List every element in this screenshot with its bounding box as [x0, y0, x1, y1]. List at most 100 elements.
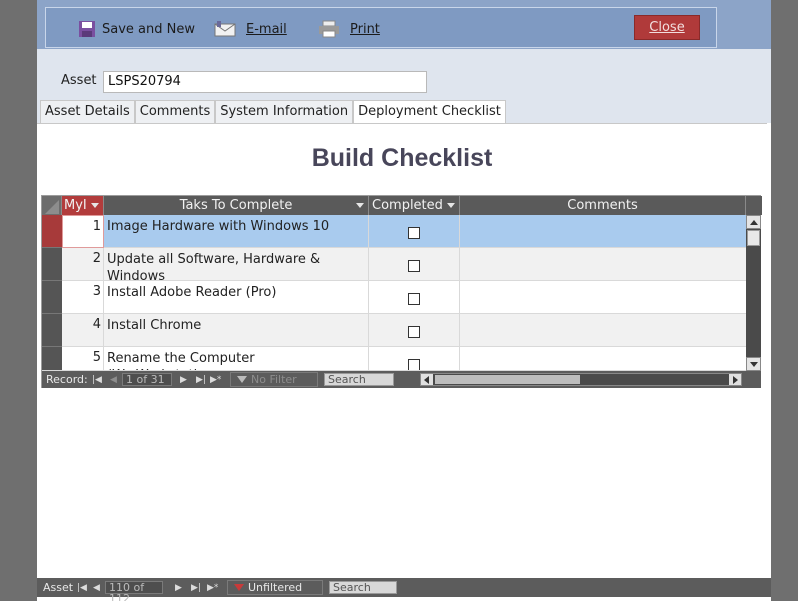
scroll-thumb[interactable]: [747, 230, 760, 246]
cell-comments[interactable]: [460, 215, 746, 248]
arrow-left-icon: [424, 376, 429, 384]
cell-id[interactable]: 4: [62, 314, 104, 347]
cell-id[interactable]: 3: [62, 281, 104, 314]
cell-task[interactable]: Install Adobe Reader (Pro): [104, 281, 369, 314]
email-button[interactable]: E-mail: [214, 17, 287, 41]
filter-status-label: No Filter: [251, 373, 297, 386]
cell-task[interactable]: Update all Software, Hardware & Windows: [104, 248, 369, 281]
form-search-input[interactable]: Search: [329, 581, 397, 594]
previous-record-icon[interactable]: ◀: [110, 371, 117, 388]
first-record-icon[interactable]: |◀: [92, 371, 102, 388]
arrow-right-icon: [733, 376, 738, 384]
column-header-task[interactable]: Taks To Complete: [104, 196, 369, 215]
cell-comments[interactable]: [460, 347, 746, 370]
close-button[interactable]: Close: [634, 15, 700, 40]
print-button[interactable]: Print: [318, 17, 380, 41]
column-dropdown-icon[interactable]: [91, 203, 99, 208]
tab-system-information[interactable]: System Information: [215, 100, 354, 124]
form-navigation-bar: Asset |◀ ◀ 110 of 112 ▶ ▶| ▶* Unfiltered…: [37, 578, 771, 601]
column-header-completed-label: Completed: [372, 198, 443, 213]
arrow-down-icon: [750, 362, 758, 367]
email-label: E-mail: [246, 21, 287, 37]
form-window: Save and New E-mail Print Close Asset LS…: [37, 0, 771, 601]
cell-task[interactable]: Install Chrome: [104, 314, 369, 347]
new-record-icon[interactable]: ▶*: [207, 578, 218, 597]
asset-label: Asset: [61, 73, 97, 88]
column-header-id[interactable]: MyI: [62, 196, 104, 215]
cell-comments[interactable]: [460, 281, 746, 314]
column-header-row: MyI Taks To Complete Completed Comments: [42, 196, 762, 215]
cell-id[interactable]: 5: [62, 347, 104, 370]
new-record-icon[interactable]: ▶*: [210, 371, 221, 388]
form-record-label: Asset: [43, 581, 74, 594]
record-selector[interactable]: [42, 215, 62, 248]
print-label: Print: [350, 21, 380, 37]
scroll-down-button[interactable]: [746, 357, 761, 371]
completed-checkbox[interactable]: [408, 359, 420, 370]
save-and-new-label: Save and New: [102, 21, 195, 37]
scroll-left-button[interactable]: [421, 374, 433, 385]
cell-comments[interactable]: [460, 248, 746, 281]
checklist-datasheet: MyI Taks To Complete Completed Comments …: [41, 195, 762, 388]
toolbar: Save and New E-mail Print Close: [45, 7, 717, 48]
filter-status[interactable]: No Filter: [230, 372, 318, 387]
last-record-icon[interactable]: ▶|: [191, 578, 201, 597]
save-and-new-button[interactable]: Save and New: [78, 17, 195, 41]
table-row[interactable]: 2 Update all Software, Hardware & Window…: [42, 248, 746, 281]
record-selector[interactable]: [42, 347, 62, 370]
record-position-field[interactable]: 1 of 31: [122, 373, 172, 386]
tab-comments[interactable]: Comments: [134, 100, 216, 124]
record-label: Record:: [46, 373, 88, 386]
column-dropdown-icon[interactable]: [356, 203, 364, 208]
table-row[interactable]: 4 Install Chrome: [42, 314, 746, 347]
select-all-corner[interactable]: [42, 196, 62, 215]
horizontal-scroll-thumb[interactable]: [435, 375, 580, 384]
cell-id[interactable]: 1: [62, 215, 104, 248]
printer-icon: [318, 20, 339, 38]
cell-id[interactable]: 2: [62, 248, 104, 281]
table-row[interactable]: 1 Image Hardware with Windows 10: [42, 215, 746, 248]
scroll-right-button[interactable]: [729, 374, 741, 385]
subform-navigation-bar: Record: |◀ ◀ 1 of 31 ▶ ▶| ▶* No Filter S…: [42, 371, 761, 388]
next-record-icon[interactable]: ▶: [175, 578, 182, 597]
first-record-icon[interactable]: |◀: [77, 578, 87, 597]
horizontal-scrollbar[interactable]: [420, 373, 742, 386]
table-row[interactable]: 3 Install Adobe Reader (Pro): [42, 281, 746, 314]
save-icon: [78, 20, 96, 38]
scroll-up-button[interactable]: [746, 215, 761, 229]
cell-comments[interactable]: [460, 314, 746, 347]
column-header-id-label: MyI: [64, 198, 87, 213]
tab-deployment-checklist[interactable]: Deployment Checklist: [353, 100, 506, 125]
record-selector[interactable]: [42, 248, 62, 281]
record-selector[interactable]: [42, 314, 62, 347]
tab-asset-details[interactable]: Asset Details: [40, 100, 135, 124]
table-row[interactable]: 5 Rename the Computer (W=Workstation,: [42, 347, 746, 371]
column-header-comments-label: Comments: [567, 198, 638, 213]
completed-checkbox[interactable]: [408, 260, 420, 272]
completed-checkbox[interactable]: [408, 227, 420, 239]
next-record-icon[interactable]: ▶: [180, 371, 187, 388]
filter-icon: [237, 376, 247, 383]
subform-search-input[interactable]: Search: [324, 373, 394, 386]
previous-record-icon[interactable]: ◀: [93, 578, 100, 597]
cell-task[interactable]: Rename the Computer (W=Workstation,: [104, 347, 369, 370]
filter-icon: [234, 584, 244, 591]
completed-checkbox[interactable]: [408, 293, 420, 305]
form-filter-status[interactable]: Unfiltered: [227, 580, 323, 595]
column-dropdown-icon[interactable]: [447, 203, 455, 208]
column-header-comments[interactable]: Comments: [460, 196, 746, 215]
last-record-icon[interactable]: ▶|: [196, 371, 206, 388]
tab-page-deployment-checklist: Build Checklist MyI Taks To Complete Com…: [37, 123, 767, 578]
asset-field[interactable]: LSPS20794: [103, 71, 427, 93]
form-record-position-field[interactable]: 110 of 112: [105, 581, 163, 601]
tab-strip: Asset Details Comments System Informatio…: [40, 100, 506, 125]
vertical-scrollbar[interactable]: [746, 215, 761, 371]
cell-completed: [369, 347, 460, 370]
column-header-completed[interactable]: Completed: [369, 196, 460, 215]
form-filter-status-label: Unfiltered: [248, 581, 303, 594]
form-header: Save and New E-mail Print Close: [37, 0, 771, 49]
arrow-up-icon: [750, 220, 758, 225]
record-selector[interactable]: [42, 281, 62, 314]
completed-checkbox[interactable]: [408, 326, 420, 338]
cell-task[interactable]: Image Hardware with Windows 10: [104, 215, 369, 248]
